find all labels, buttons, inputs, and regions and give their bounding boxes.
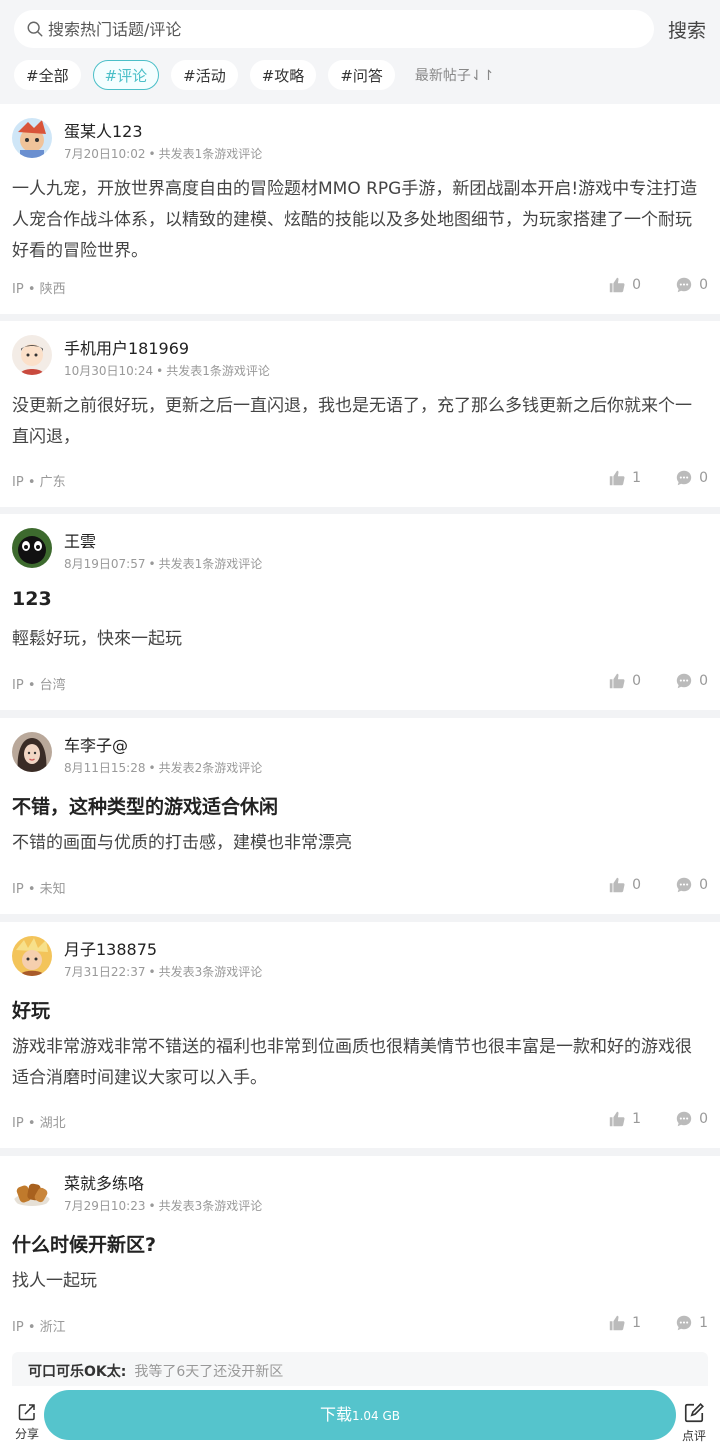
username[interactable]: 蛋某人123 [64, 118, 143, 142]
like-icon[interactable] [608, 672, 626, 690]
post-body: 找人一起玩 [12, 1271, 97, 1291]
like-count: 0 [632, 277, 642, 293]
post-body: 輕鬆好玩，快來一起玩 [12, 629, 182, 649]
tag-qa[interactable]: #问答 [328, 60, 395, 90]
username[interactable]: 菜就多练咯 [64, 1170, 144, 1194]
comment-icon[interactable] [675, 1110, 693, 1128]
tag-guide[interactable]: #攻略 [249, 60, 317, 90]
search-box[interactable] [14, 10, 654, 48]
post-card[interactable]: 手机用户181969 10月30日10:24 • 共发表1条游戏评论 没更新之前很好… [0, 321, 720, 507]
search-button[interactable]: 搜索 [666, 16, 706, 43]
avatar[interactable] [12, 1170, 52, 1210]
post-meta: 7月20日10:02 • 共发表1条游戏评论 [64, 147, 263, 161]
tag-bar: #全部 #评论 #活动 #攻略 #问答 最新帖子⇃↾ [14, 60, 706, 90]
tag-activity[interactable]: #活动 [171, 60, 238, 90]
share-button[interactable]: 分享 [14, 1402, 40, 1442]
post-meta: 8月11日15:28 • 共发表2条游戏评论 [64, 761, 263, 775]
like-count: 1 [632, 470, 642, 486]
search-icon [27, 21, 43, 37]
post-ip: IP • 浙江 [12, 1320, 66, 1335]
tag-review[interactable]: #评论 [92, 60, 160, 90]
like-icon[interactable] [608, 276, 626, 294]
post-meta: 8月19日07:57 • 共发表1条游戏评论 [64, 557, 263, 571]
post-title: 123 [12, 588, 52, 610]
sort-toggle[interactable]: 最新帖子⇃↾ [415, 65, 494, 85]
avatar[interactable] [12, 936, 52, 976]
comment-count: 0 [699, 470, 708, 486]
post-actions: 0 0 [608, 876, 708, 894]
download-button[interactable]: 下载1.04 GB [44, 1390, 676, 1440]
post-title: 什么时候开新区? [12, 1234, 157, 1256]
comment-count: 0 [699, 1111, 708, 1127]
avatar[interactable] [12, 118, 52, 158]
comment-icon[interactable] [675, 469, 693, 487]
like-icon[interactable] [608, 876, 626, 894]
avatar[interactable] [12, 528, 52, 568]
post-ip: IP • 广东 [12, 475, 66, 490]
edit-icon [684, 1403, 704, 1423]
rate-button[interactable]: 点评 [680, 1402, 708, 1444]
post-ip: IP • 陕西 [12, 282, 66, 297]
post-title: 不错，这种类型的游戏适合休闲 [12, 796, 279, 818]
share-icon [18, 1404, 35, 1421]
post-card[interactable]: 王雲 8月19日07:57 • 共发表1条游戏评论 123 輕鬆好玩，快來一起玩 I… [0, 514, 720, 710]
like-icon[interactable] [608, 1110, 626, 1128]
comment-icon[interactable] [675, 1314, 693, 1332]
post-body: 没更新之前很好玩，更新之后一直闪退，我也是无语了，充了那么多钱更新之后你就来个一… [12, 396, 692, 447]
bottom-bar: 分享 下载1.04 GB 点评 [0, 1386, 720, 1447]
post-body: 一人九宠，开放世界高度自由的冒险题材MMO RPG手游，新团战副本开启!游戏中专… [12, 179, 698, 261]
tag-all[interactable]: #全部 [14, 60, 81, 90]
username[interactable]: 车李子@ [64, 732, 128, 756]
search-input[interactable] [48, 19, 608, 39]
top-bar: 搜索 #全部 #评论 #活动 #攻略 #问答 最新帖子⇃↾ [0, 0, 720, 104]
post-ip: IP • 未知 [12, 882, 66, 897]
avatar[interactable] [12, 732, 52, 772]
username[interactable]: 月子138875 [64, 936, 157, 960]
comment-count: 0 [699, 673, 708, 689]
post-actions: 0 0 [608, 276, 708, 294]
post-actions: 1 0 [608, 469, 708, 487]
post-actions: 1 0 [608, 1110, 708, 1128]
comment-icon[interactable] [675, 276, 693, 294]
reply-user: 可口可乐OK太: [28, 1364, 127, 1380]
comment-icon[interactable] [675, 672, 693, 690]
post-meta: 7月29日10:23 • 共发表3条游戏评论 [64, 1199, 263, 1213]
post-card[interactable]: 月子138875 7月31日22:37 • 共发表3条游戏评论 好玩 游戏非常游戏非… [0, 922, 720, 1148]
username[interactable]: 王雲 [64, 528, 96, 552]
post-card[interactable]: 车李子@ 8月11日15:28 • 共发表2条游戏评论 不错，这种类型的游戏适合休闲… [0, 718, 720, 914]
username[interactable]: 手机用户181969 [64, 335, 189, 359]
post-actions: 0 0 [608, 672, 708, 690]
comment-icon[interactable] [675, 876, 693, 894]
reply-text: 我等了6天了还没开新区 [134, 1364, 284, 1380]
like-icon[interactable] [608, 1314, 626, 1332]
post-meta: 7月31日22:37 • 共发表3条游戏评论 [64, 965, 263, 979]
like-icon[interactable] [608, 469, 626, 487]
avatar[interactable] [12, 335, 52, 375]
comment-count: 0 [699, 277, 708, 293]
like-count: 0 [632, 877, 642, 893]
like-count: 1 [632, 1315, 642, 1331]
post-body: 游戏非常游戏非常不错送的福利也非常到位画质也很精美情节也很丰富是一款和好的游戏很… [12, 1037, 692, 1088]
comment-count: 1 [699, 1315, 708, 1331]
post-meta: 10月30日10:24 • 共发表1条游戏评论 [64, 364, 270, 378]
post-title: 好玩 [12, 1000, 51, 1022]
like-count: 0 [632, 673, 642, 689]
comment-count: 0 [699, 877, 708, 893]
post-body: 不错的画面与优质的打击感，建模也非常漂亮 [12, 833, 352, 853]
like-count: 1 [632, 1111, 642, 1127]
post-ip: IP • 台湾 [12, 678, 66, 693]
post-ip: IP • 湖北 [12, 1116, 66, 1131]
post-actions: 1 1 [608, 1314, 708, 1332]
post-card[interactable]: 蛋某人123 7月20日10:02 • 共发表1条游戏评论 一人九宠，开放世界高度自… [0, 104, 720, 314]
